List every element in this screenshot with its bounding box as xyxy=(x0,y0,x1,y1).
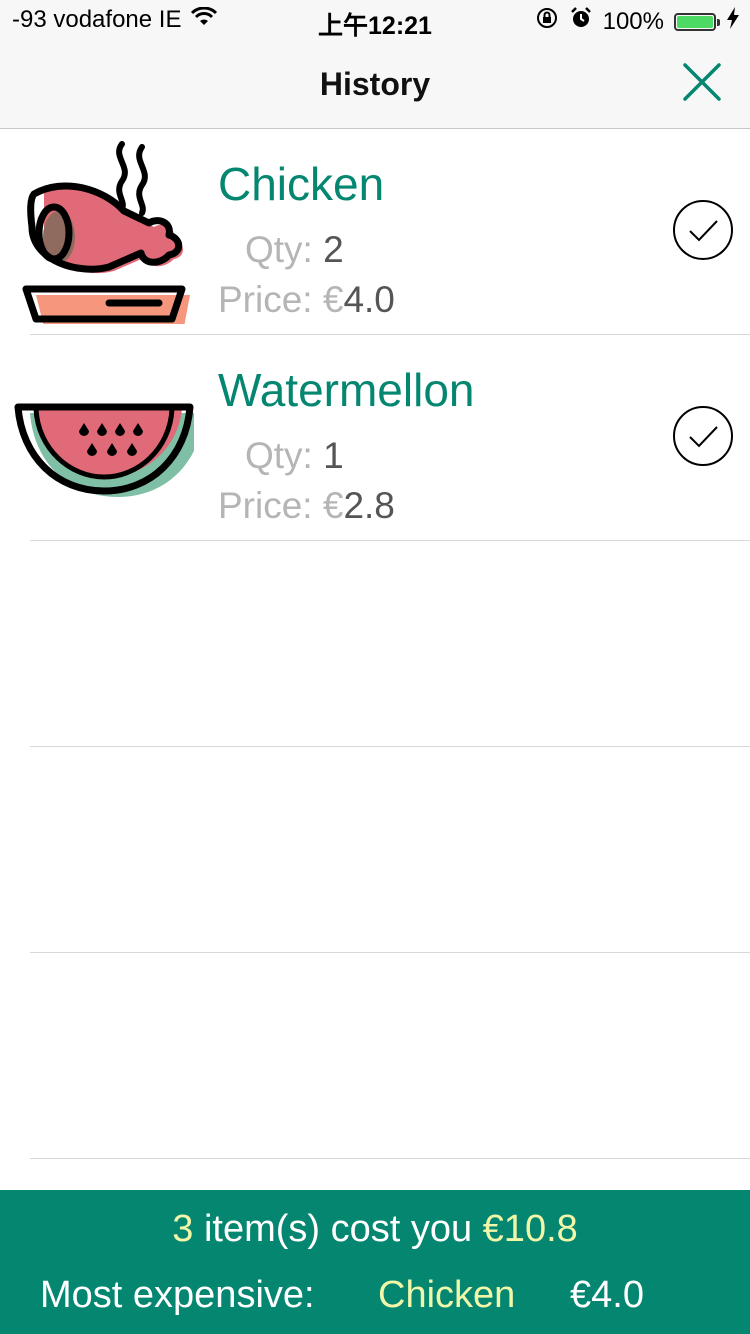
item-name: Watermellon xyxy=(218,364,475,416)
empty-list-row xyxy=(30,541,750,747)
checkmark-button[interactable] xyxy=(672,199,734,261)
close-button[interactable] xyxy=(680,60,724,104)
list-item[interactable]: Watermellon Qty: 1 Price: €2.8 xyxy=(14,335,750,541)
checkmark-icon xyxy=(673,406,733,466)
charging-bolt-icon xyxy=(726,7,740,36)
watermelon-icon xyxy=(14,345,204,530)
status-bar: -93 vodafone IE 上午12:21 100% xyxy=(0,0,750,40)
price-label: Price: xyxy=(218,485,313,526)
cost-text: item(s) cost you xyxy=(203,1208,473,1250)
item-price: Price: €4.0 xyxy=(218,279,395,321)
currency-symbol: € xyxy=(322,279,344,320)
item-qty: Qty: 2 xyxy=(245,229,344,271)
qty-label: Qty: xyxy=(245,229,313,270)
rotation-lock-icon xyxy=(535,6,559,37)
checkmark-button[interactable] xyxy=(672,405,734,467)
item-price: Price: €2.8 xyxy=(218,485,395,527)
most-expensive-price: €4.0 xyxy=(570,1274,644,1316)
battery-icon xyxy=(674,12,720,31)
qty-label: Qty: xyxy=(245,435,313,476)
total-cost: €10.8 xyxy=(482,1208,578,1250)
battery-percent: 100% xyxy=(602,7,664,35)
most-expensive-name: Chicken xyxy=(378,1274,516,1316)
empty-list-row xyxy=(30,953,750,1159)
app-screen: -93 vodafone IE 上午12:21 100% History Chi… xyxy=(0,0,750,1334)
list-item[interactable]: Chicken Qty: 2 Price: €4.0 xyxy=(22,129,750,335)
summary-footer: 3 item(s) cost you €10.8 Most expensive:… xyxy=(0,1190,750,1334)
chicken-leg-icon xyxy=(14,139,194,327)
close-icon xyxy=(683,63,721,101)
navigation-bar: History xyxy=(0,40,750,129)
currency-symbol: € xyxy=(322,485,344,526)
item-name: Chicken xyxy=(218,158,385,210)
summary-line: 3 item(s) cost you €10.8 xyxy=(0,1208,750,1251)
alarm-icon xyxy=(569,6,593,37)
price-value: 2.8 xyxy=(343,485,395,526)
checkmark-icon xyxy=(673,200,733,260)
most-expensive-label: Most expensive: xyxy=(40,1274,315,1316)
page-title: History xyxy=(319,66,431,102)
status-right: 100% xyxy=(535,6,740,37)
price-label: Price: xyxy=(218,279,313,320)
item-qty: Qty: 1 xyxy=(245,435,344,477)
qty-value: 1 xyxy=(323,435,344,476)
battery-level-fill xyxy=(677,15,713,28)
qty-value: 2 xyxy=(323,229,344,270)
empty-list-row xyxy=(30,747,750,953)
item-count: 3 xyxy=(172,1208,194,1250)
price-value: 4.0 xyxy=(343,279,395,320)
history-list[interactable]: Chicken Qty: 2 Price: €4.0 Watermellon Q… xyxy=(0,129,750,1159)
